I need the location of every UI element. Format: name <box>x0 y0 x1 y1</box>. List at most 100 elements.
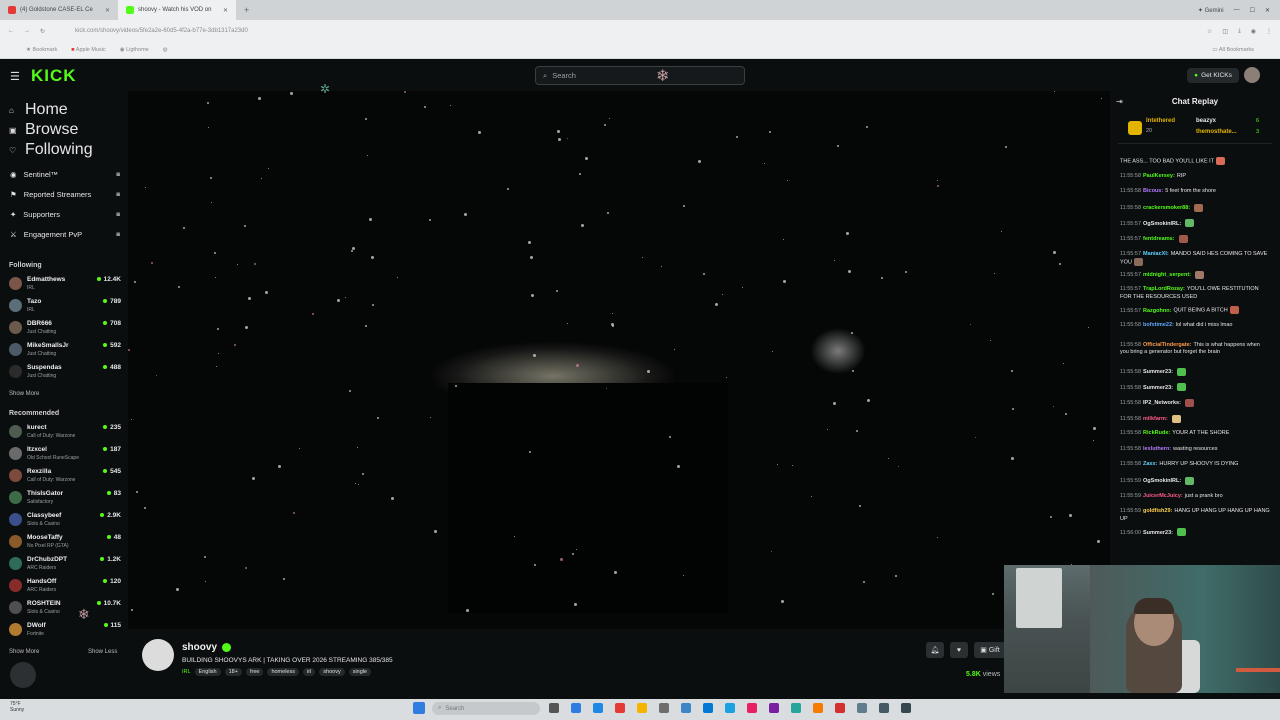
sidebar-channel[interactable]: Tazo IRL 789 <box>9 297 121 319</box>
tag[interactable]: free <box>245 668 264 676</box>
chat-username[interactable]: IP2_Networks: <box>1143 400 1181 406</box>
chat-username[interactable]: Razgohnn: <box>1143 308 1171 314</box>
bookmark-item[interactable]: ◍ <box>163 47 168 53</box>
pin-icon[interactable]: ◙ <box>116 172 120 178</box>
taskbar-app-icon[interactable] <box>879 703 889 713</box>
taskbar-app-icon[interactable] <box>769 703 779 713</box>
follow-button[interactable]: ♥ <box>950 642 968 658</box>
mod-tool-supporters[interactable]: ✦ Supporters ◙ <box>10 210 120 219</box>
gifter-name[interactable]: beazyx <box>1196 118 1216 124</box>
search-input[interactable]: ⌕ Search <box>535 66 745 85</box>
sidebar-channel[interactable]: ROSHTEIN Slots & Casino 10.7K <box>9 599 121 621</box>
tag[interactable]: homeless <box>267 668 299 676</box>
mod-tool-engagement-pvp[interactable]: ⚔ Engagement PvP ◙ <box>10 230 120 239</box>
tag[interactable]: single <box>348 668 372 676</box>
channel-avatar[interactable] <box>142 639 174 671</box>
chat-username[interactable]: Summer23: <box>1143 369 1173 375</box>
taskbar-app-icon[interactable] <box>835 703 845 713</box>
reload-icon[interactable]: ↻ <box>40 28 45 35</box>
nav-browse[interactable]: ▣ Browse <box>9 121 78 139</box>
chat-username[interactable]: milkfarm: <box>1143 416 1168 422</box>
gifter-name[interactable]: themosthate... <box>1196 129 1237 135</box>
chat-username[interactable]: Bicous: <box>1143 188 1163 194</box>
taskbar-app-icon[interactable] <box>857 703 867 713</box>
mod-tool-reported-streamers[interactable]: ⚑ Reported Streamers ◙ <box>10 190 120 199</box>
chat-username[interactable]: OfficialTindergate: <box>1143 342 1192 348</box>
taskbar-app-icon[interactable] <box>901 703 911 713</box>
close-tab-icon[interactable]: ✕ <box>223 7 228 14</box>
collapse-chat-icon[interactable]: ⇥ <box>1116 97 1123 106</box>
sidebar-channel[interactable]: MooseTaffy No Pixel RP (GTA) 48 <box>9 533 121 555</box>
minimize-icon[interactable]: — <box>1234 7 1240 13</box>
sidebar-channel[interactable]: Suspendas Just Chatting 488 <box>9 363 121 385</box>
chat-username[interactable]: TrapLordRozay: <box>1143 286 1185 292</box>
sidebar-channel[interactable]: Rexzilla Call of Duty: Warzone 545 <box>9 467 121 489</box>
get-kicks-button[interactable]: ● Get KICKs <box>1187 68 1239 83</box>
hamburger-menu-icon[interactable]: ☰ <box>10 70 20 83</box>
chat-username[interactable]: crackersmoker88: <box>1143 205 1190 211</box>
chat-username[interactable]: Summer23: <box>1143 385 1173 391</box>
tag[interactable]: irl <box>302 668 316 676</box>
forward-icon[interactable]: → <box>24 28 30 34</box>
chat-username[interactable]: OgSmokinIRL: <box>1143 221 1181 227</box>
maximize-icon[interactable]: ☐ <box>1250 7 1255 14</box>
browser-tab-2[interactable]: shoovy - Watch his VOD on ✕ <box>118 0 236 20</box>
sidebar-channel[interactable]: kurect Call of Duty: Warzone 235 <box>9 423 121 445</box>
gifter-name[interactable]: Intethered <box>1146 118 1175 124</box>
taskbar-app-icon[interactable] <box>791 703 801 713</box>
nav-following[interactable]: ♡ Following <box>9 141 93 159</box>
bookmark-item[interactable]: ■ Apple Music <box>71 47 106 53</box>
sidebar-channel[interactable]: DrChubzDPT ARC Raiders 1.2K <box>9 555 121 577</box>
browser-tab-1[interactable]: (4) Goldstone CASE-EL Ce ✕ <box>0 0 118 20</box>
window-close-icon[interactable]: ✕ <box>1265 7 1270 14</box>
menu-dots-icon[interactable]: ⋮ <box>1266 28 1272 35</box>
user-avatar[interactable] <box>1244 67 1260 83</box>
taskbar-app-icon[interactable] <box>615 703 625 713</box>
taskbar-app-icon[interactable] <box>813 703 823 713</box>
chat-username[interactable]: bofxtime22: <box>1143 322 1174 328</box>
nav-home[interactable]: ⌂ Home <box>9 101 68 119</box>
recommended-show-more-button[interactable]: Show More <box>9 649 39 655</box>
chat-username[interactable]: Summer23: <box>1143 530 1173 536</box>
taskbar-app-icon[interactable] <box>549 703 559 713</box>
sidebar-channel[interactable]: Classybeef Slots & Casino 2.9K <box>9 511 121 533</box>
close-tab-icon[interactable]: ✕ <box>105 7 110 14</box>
extensions-icon[interactable]: ◫ <box>1222 28 1228 35</box>
sidebar-channel[interactable]: ThisIsGator Satisfactory 83 <box>9 489 121 511</box>
pin-icon[interactable]: ◙ <box>116 212 120 218</box>
start-menu-icon[interactable] <box>413 702 425 714</box>
bookmark-item[interactable]: ★ Bookmark <box>26 47 57 53</box>
chat-username[interactable]: Zaxx: <box>1143 461 1157 467</box>
weather-widget[interactable]: 75°F Sunny <box>10 701 24 713</box>
chat-username[interactable]: midnight_serpent: <box>1143 272 1191 278</box>
recommended-show-less-button[interactable]: Show Less <box>88 649 117 655</box>
following-show-more-button[interactable]: Show More <box>9 391 39 397</box>
kick-logo[interactable]: KICK <box>31 66 77 86</box>
sidebar-avatar[interactable] <box>10 662 36 688</box>
taskbar-app-icon[interactable] <box>681 703 691 713</box>
sidebar-channel[interactable]: HandsOff ARC Raiders 120 <box>9 577 121 599</box>
taskbar-app-icon[interactable] <box>593 703 603 713</box>
sidebar-channel[interactable]: Itzxcel Old School RuneScape 187 <box>9 445 121 467</box>
taskbar-app-icon[interactable] <box>747 703 757 713</box>
all-bookmarks-button[interactable]: ▭ All Bookmarks <box>1212 47 1254 53</box>
profile-icon[interactable]: ◉ <box>1251 28 1256 35</box>
tag[interactable]: English <box>194 668 221 676</box>
taskbar-app-icon[interactable] <box>725 703 735 713</box>
mod-tool-sentinel[interactable]: ◉ Sentinel™ ◙ <box>10 170 120 179</box>
sidebar-channel[interactable]: DWolf Fortnite 115 <box>9 621 121 643</box>
taskbar-app-icon[interactable] <box>703 703 713 713</box>
stream-category[interactable]: IRL <box>182 668 191 676</box>
gift-button[interactable]: ▣ Gift <box>974 642 1006 658</box>
chat-username[interactable]: PaulKersey: <box>1143 173 1175 179</box>
notifications-button[interactable]: 🔔︎ <box>926 642 944 658</box>
chat-username[interactable]: RickRude: <box>1143 430 1170 436</box>
taskbar-app-icon[interactable] <box>571 703 581 713</box>
taskbar-search-input[interactable]: ⌕ Search <box>432 702 540 715</box>
tag[interactable]: shoovy <box>319 668 345 676</box>
sidebar-channel[interactable]: MikeSmallsJr Just Chatting 592 <box>9 341 121 363</box>
chat-username[interactable]: lexluthern: <box>1143 446 1171 452</box>
chat-username[interactable]: goldfish29: <box>1143 508 1172 514</box>
sidebar-channel[interactable]: Edmatthews IRL 12.4K <box>9 275 121 297</box>
bookmark-item[interactable]: ◉ Ligthome <box>120 47 149 53</box>
